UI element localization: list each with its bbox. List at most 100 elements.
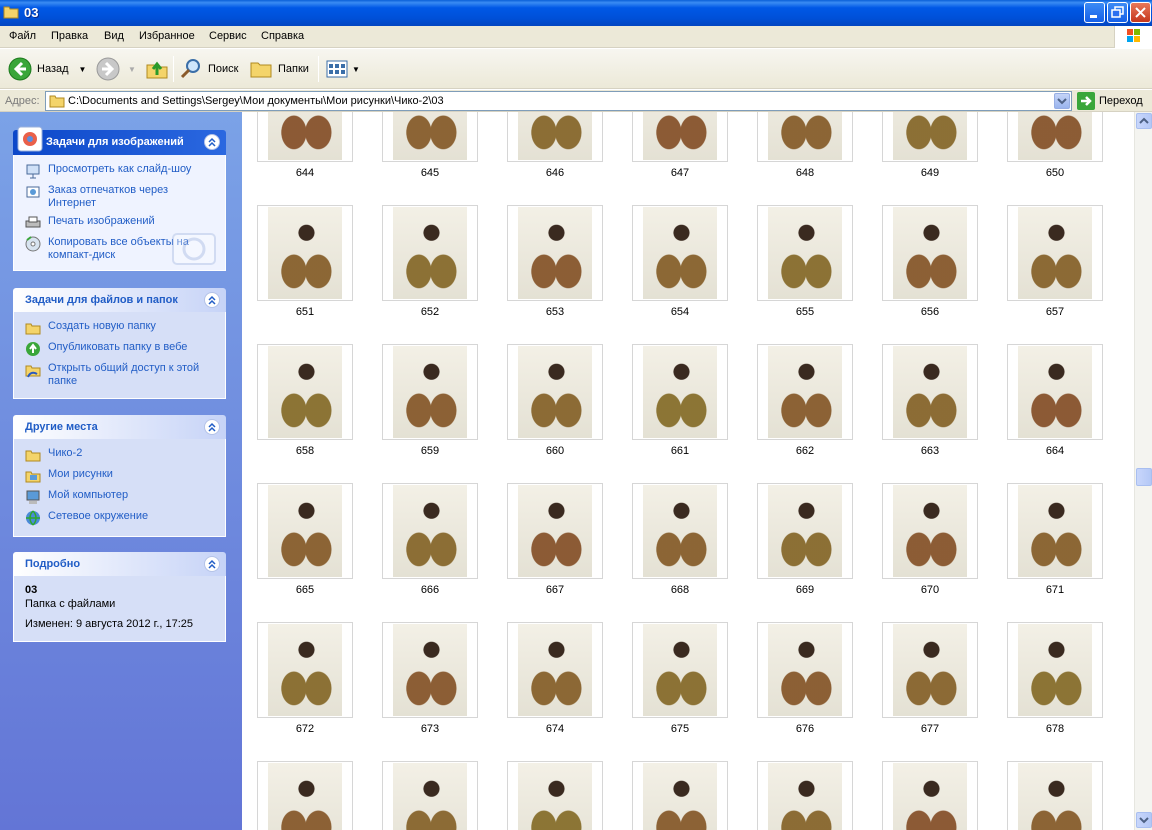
back-button[interactable]: Назад ▼ <box>8 55 86 83</box>
thumbnail-label: 658 <box>295 445 315 457</box>
thumbnail[interactable] <box>507 344 603 440</box>
thumbnail[interactable] <box>382 761 478 830</box>
maximize-button[interactable] <box>1107 2 1128 23</box>
collapse-chevron-icon[interactable] <box>204 419 220 435</box>
thumbnail-image <box>393 485 467 577</box>
minimize-button[interactable] <box>1084 2 1105 23</box>
thumbnail[interactable] <box>632 622 728 718</box>
thumbnail[interactable] <box>1007 205 1103 301</box>
collapse-chevron-icon[interactable] <box>204 134 220 150</box>
folders-button[interactable]: Папки <box>249 55 309 83</box>
thumbnail[interactable] <box>757 112 853 162</box>
vertical-scrollbar[interactable] <box>1134 112 1152 830</box>
thumbnail-label: 677 <box>920 723 940 735</box>
scroll-thumb[interactable] <box>1136 468 1152 486</box>
thumbnail[interactable] <box>257 622 353 718</box>
thumbnail[interactable] <box>1007 344 1103 440</box>
image-tasks-header[interactable]: Задачи для изображений <box>13 126 226 155</box>
thumbnail[interactable] <box>757 205 853 301</box>
menu-file[interactable]: Файл <box>9 30 36 42</box>
close-button[interactable] <box>1130 2 1151 23</box>
thumbnail[interactable] <box>507 205 603 301</box>
address-dropdown-button[interactable] <box>1054 93 1070 109</box>
thumbnail[interactable] <box>882 344 978 440</box>
thumbnail[interactable] <box>257 483 353 579</box>
details-type: Папка с файлами <box>25 598 116 610</box>
thumbnail[interactable] <box>632 112 728 162</box>
go-button[interactable]: Переход <box>1077 92 1143 110</box>
thumbnail[interactable] <box>382 622 478 718</box>
thumbnail[interactable] <box>882 622 978 718</box>
thumbnail[interactable] <box>1007 483 1103 579</box>
details-header[interactable]: Подробно <box>13 552 226 576</box>
thumbnail-image <box>893 112 967 160</box>
folder-icon <box>3 6 19 19</box>
thumbnail[interactable] <box>757 483 853 579</box>
thumbnail[interactable] <box>757 344 853 440</box>
menu-edit[interactable]: Правка <box>51 30 88 42</box>
thumbnail-image <box>393 346 467 438</box>
thumbnail-image <box>268 763 342 830</box>
menu-favorites[interactable]: Избранное <box>139 30 195 42</box>
thumbnail[interactable] <box>382 344 478 440</box>
menu-help[interactable]: Справка <box>261 30 304 42</box>
place-chiko-2[interactable]: Чико-2 <box>25 447 215 463</box>
file-tasks-header[interactable]: Задачи для файлов и папок <box>13 288 226 312</box>
place-my-computer[interactable]: Мой компьютер <box>25 489 215 505</box>
collapse-chevron-icon[interactable] <box>204 292 220 308</box>
thumbnail-image <box>1018 624 1092 716</box>
publish-web-link[interactable]: Опубликовать папку в вебе <box>25 341 215 357</box>
thumbnail[interactable] <box>382 205 478 301</box>
thumbnail[interactable] <box>1007 112 1103 162</box>
thumbnail[interactable] <box>757 761 853 830</box>
address-input[interactable]: C:\Documents and Settings\Sergey\Мои док… <box>45 91 1072 111</box>
thumbnail[interactable] <box>382 483 478 579</box>
thumbnail[interactable] <box>257 205 353 301</box>
thumbnail[interactable] <box>507 761 603 830</box>
forward-button[interactable]: ▼ <box>96 55 136 83</box>
thumbnail-label: 661 <box>670 445 690 457</box>
new-folder-link[interactable]: Создать новую папку <box>25 320 215 336</box>
menu-view[interactable]: Вид <box>104 30 124 42</box>
thumbnail[interactable] <box>382 112 478 162</box>
menu-tools[interactable]: Сервис <box>209 30 247 42</box>
thumbnail-image <box>268 624 342 716</box>
thumbnail-image <box>393 112 467 160</box>
views-button[interactable]: ▼ <box>325 55 360 83</box>
thumbnail[interactable] <box>1007 622 1103 718</box>
thumbnail[interactable] <box>257 112 353 162</box>
share-folder-link[interactable]: Открыть общий доступ к этой папке <box>25 362 215 388</box>
folder-icon <box>49 95 65 108</box>
thumbnail[interactable] <box>257 761 353 830</box>
thumbnail[interactable] <box>632 483 728 579</box>
views-dropdown-icon[interactable]: ▼ <box>352 65 360 74</box>
thumbnail[interactable] <box>507 622 603 718</box>
place-my-pictures[interactable]: Мои рисунки <box>25 468 215 484</box>
thumbnail-label: 644 <box>295 167 315 179</box>
thumbnail-image <box>268 346 342 438</box>
scroll-up-button[interactable] <box>1136 113 1152 129</box>
search-button[interactable]: Поиск <box>179 55 238 83</box>
scroll-down-button[interactable] <box>1136 812 1152 828</box>
thumbnail[interactable] <box>632 205 728 301</box>
order-prints-link[interactable]: Заказ отпечатков через Интернет <box>25 184 215 210</box>
thumbnail[interactable] <box>257 344 353 440</box>
thumbnail[interactable] <box>507 112 603 162</box>
thumbnail[interactable] <box>507 483 603 579</box>
back-dropdown-icon[interactable]: ▼ <box>79 65 87 74</box>
up-folder-button[interactable] <box>145 55 169 83</box>
thumbnail[interactable] <box>1007 761 1103 830</box>
thumbnail[interactable] <box>632 761 728 830</box>
other-places-header[interactable]: Другие места <box>13 415 226 439</box>
place-network[interactable]: Сетевое окружение <box>25 510 215 526</box>
thumbnail[interactable] <box>882 112 978 162</box>
collapse-chevron-icon[interactable] <box>204 556 220 572</box>
thumbnail[interactable] <box>757 622 853 718</box>
thumbnail[interactable] <box>882 761 978 830</box>
thumbnail[interactable] <box>882 483 978 579</box>
thumbnail-image <box>893 624 967 716</box>
thumbnail[interactable] <box>882 205 978 301</box>
thumbnail-image <box>768 207 842 299</box>
slideshow-link[interactable]: Просмотреть как слайд-шоу <box>25 163 215 179</box>
thumbnail[interactable] <box>632 344 728 440</box>
